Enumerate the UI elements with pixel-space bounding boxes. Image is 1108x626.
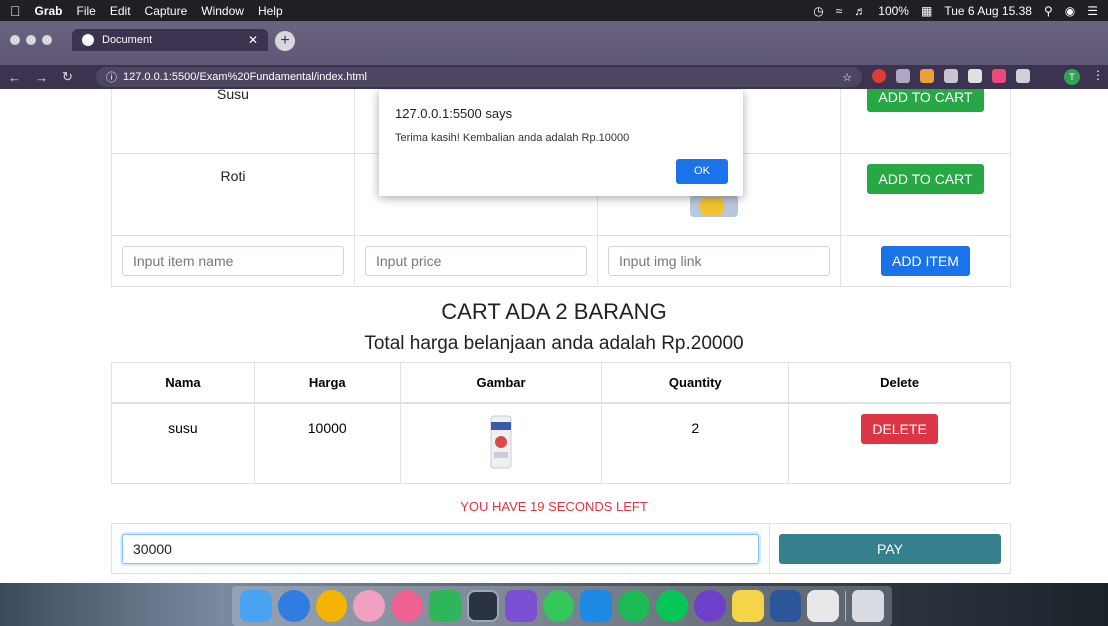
clock[interactable]: Tue 6 Aug 15.38: [944, 4, 1032, 18]
new-tab-button[interactable]: +: [275, 31, 295, 51]
extension-icon[interactable]: [872, 69, 886, 83]
preview-icon[interactable]: [807, 590, 840, 622]
notification-center-icon[interactable]: ☰: [1087, 4, 1098, 18]
item-name: Roti: [111, 153, 355, 236]
globe-icon: [82, 34, 94, 46]
lightroom-icon[interactable]: [466, 590, 499, 622]
item-name-input[interactable]: [122, 246, 344, 276]
tab-strip: Document ✕ +: [0, 21, 1108, 65]
payment-form: PAY: [111, 523, 1011, 574]
menu-help[interactable]: Help: [258, 4, 283, 18]
cart-item-quantity: 2: [601, 402, 790, 484]
more-menu-icon[interactable]: ⋮: [1092, 68, 1104, 82]
column-header: Harga: [253, 362, 401, 404]
time-machine-icon[interactable]: ◷: [813, 4, 823, 18]
reload-icon[interactable]: ↻: [62, 69, 73, 85]
battery-percent[interactable]: 100%: [878, 4, 909, 18]
dialog-message: Terima kasih! Kembalian anda adalah Rp.1…: [395, 132, 630, 144]
browser-toolbar: ← → ↻ ⓘ 127.0.0.1:5500/Exam%20Fundamenta…: [0, 65, 1108, 89]
pay-button[interactable]: PAY: [779, 534, 1001, 564]
column-header: Delete: [788, 362, 1011, 404]
price-input[interactable]: [365, 246, 587, 276]
tab-document[interactable]: Document ✕: [72, 29, 268, 51]
github-desktop-icon[interactable]: [693, 590, 726, 622]
cart-total-text: Total harga belanjaan anda adalah Rp.200…: [364, 333, 744, 354]
page-content: Susu ADD TO CART Roti ADD TO CART Input …: [0, 89, 1108, 583]
url-text: 127.0.0.1:5500/Exam%20Fundamental/index.…: [123, 71, 367, 83]
cart-item-name: susu: [111, 402, 255, 484]
menu-app-name[interactable]: Grab: [35, 4, 63, 18]
stickies-icon[interactable]: [731, 590, 764, 622]
extensions: [872, 69, 1030, 83]
alert-dialog: 127.0.0.1:5500 says Terima kasih! Kembal…: [379, 90, 743, 196]
close-tab-icon[interactable]: ✕: [248, 33, 258, 47]
extension-icon[interactable]: [968, 69, 982, 83]
dock: [0, 583, 1108, 626]
app-store-icon[interactable]: [277, 590, 310, 622]
imovie-icon[interactable]: [504, 590, 537, 622]
column-header: Nama: [111, 362, 255, 404]
xcode-icon[interactable]: [429, 590, 461, 622]
tab-title: Document: [102, 34, 153, 46]
trash-icon[interactable]: [852, 590, 885, 622]
chrome-icon[interactable]: [315, 590, 348, 622]
back-arrow-icon[interactable]: ←: [8, 70, 21, 85]
vscode-icon[interactable]: [580, 590, 613, 622]
item-name: Susu: [111, 89, 355, 154]
ok-button[interactable]: OK: [676, 159, 728, 184]
menu-capture[interactable]: Capture: [145, 4, 188, 18]
zoom-window-button[interactable]: [42, 35, 52, 45]
volume-icon[interactable]: ♬: [854, 4, 866, 18]
menu-edit[interactable]: Edit: [110, 4, 131, 18]
word-icon[interactable]: [769, 590, 802, 622]
cart-count-title: CART ADA 2 BARANG: [441, 299, 667, 324]
table-row: ADD ITEM: [111, 235, 1011, 287]
dialog-origin: 127.0.0.1:5500 says: [395, 106, 513, 121]
forward-arrow-icon[interactable]: →: [35, 70, 48, 85]
profile-avatar[interactable]: T: [1064, 69, 1080, 85]
upwork-icon[interactable]: [542, 590, 575, 622]
countdown-timer: YOU HAVE 19 SECONDS LEFT: [460, 499, 648, 514]
column-header: Quantity: [601, 362, 790, 404]
extension-icon[interactable]: [992, 69, 1006, 83]
table-header-row: Nama Harga Gambar Quantity Delete: [111, 362, 1011, 404]
info-icon[interactable]: ⓘ: [106, 69, 117, 85]
img-link-input[interactable]: [608, 246, 830, 276]
cart-item-price: 10000: [253, 402, 401, 484]
minimize-window-button[interactable]: [26, 35, 36, 45]
spotlight-icon[interactable]: ⚲: [1044, 4, 1053, 18]
payment-input[interactable]: [122, 534, 759, 564]
cart-table: Nama Harga Gambar Quantity Delete susu 1…: [111, 362, 1011, 484]
wifi-icon[interactable]: ≈: [836, 4, 843, 18]
photos-icon[interactable]: [353, 590, 386, 622]
calendar-icon[interactable]: ▦: [921, 4, 932, 18]
extension-icon[interactable]: [920, 69, 934, 83]
column-header: Gambar: [399, 362, 603, 404]
siri-icon[interactable]: ◉: [1065, 4, 1075, 18]
menu-file[interactable]: File: [77, 4, 96, 18]
table-row: susu 10000 2 DELETE: [111, 402, 1011, 484]
menu-bar:  Grab File Edit Capture Window Help ◷ ≈…: [0, 0, 1108, 21]
menu-window[interactable]: Window: [201, 4, 244, 18]
close-window-button[interactable]: [10, 35, 20, 45]
finder-icon[interactable]: [240, 590, 272, 622]
line-icon[interactable]: [656, 590, 688, 622]
dock-tray: [232, 586, 892, 626]
add-to-cart-button[interactable]: ADD TO CART: [867, 164, 984, 194]
apple-icon[interactable]: : [10, 3, 21, 19]
delete-button[interactable]: DELETE: [861, 413, 938, 444]
extension-icon[interactable]: [944, 69, 958, 83]
itunes-icon[interactable]: [391, 590, 424, 622]
spotify-icon[interactable]: [618, 590, 651, 622]
address-bar[interactable]: ⓘ 127.0.0.1:5500/Exam%20Fundamental/inde…: [96, 67, 862, 87]
add-to-cart-button[interactable]: ADD TO CART: [867, 89, 984, 112]
extension-icon[interactable]: [896, 69, 910, 83]
window-controls: [10, 35, 52, 45]
add-item-button[interactable]: ADD ITEM: [881, 246, 970, 276]
milk-can-image: [490, 415, 512, 468]
extension-icon[interactable]: [1016, 69, 1030, 83]
status-area: ◷ ≈ ♬ 100% ▦ Tue 6 Aug 15.38 ⚲ ◉ ☰: [813, 4, 1098, 18]
bookmark-star-icon[interactable]: ☆: [842, 71, 852, 84]
